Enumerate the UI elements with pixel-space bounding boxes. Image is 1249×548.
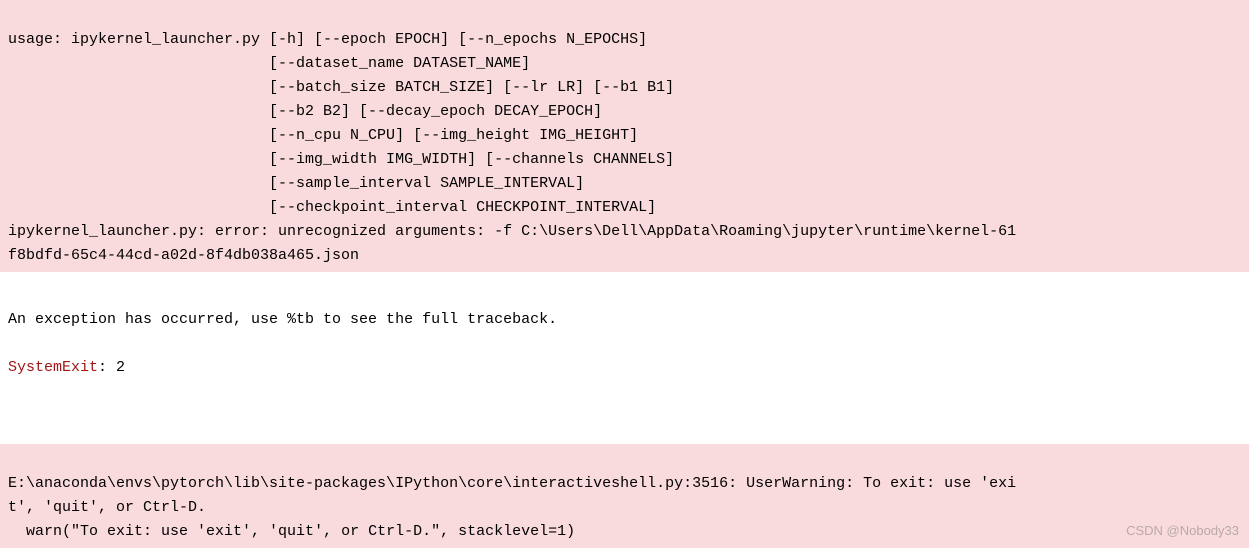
- watermark: CSDN @Nobody33: [1126, 521, 1239, 542]
- usage-line: [--n_cpu N_CPU] [--img_height IMG_HEIGHT…: [8, 127, 638, 144]
- system-exit-label: SystemExit: [8, 359, 98, 376]
- usage-line: [--img_width IMG_WIDTH] [--channels CHAN…: [8, 151, 674, 168]
- usage-error-block: usage: ipykernel_launcher.py [-h] [--epo…: [0, 0, 1249, 272]
- warning-line: E:\anaconda\envs\pytorch\lib\site-packag…: [8, 475, 1016, 492]
- usage-line: [--checkpoint_interval CHECKPOINT_INTERV…: [8, 199, 656, 216]
- exception-message-block: An exception has occurred, use %tb to se…: [0, 280, 1249, 408]
- user-warning-block: E:\anaconda\envs\pytorch\lib\site-packag…: [0, 444, 1249, 548]
- usage-line: [--b2 B2] [--decay_epoch DECAY_EPOCH]: [8, 103, 602, 120]
- error-line: f8bdfd-65c4-44cd-a02d-8f4db038a465.json: [8, 247, 359, 264]
- system-exit-value: : 2: [98, 359, 125, 376]
- warning-line: t', 'quit', or Ctrl-D.: [8, 499, 206, 516]
- usage-line: [--dataset_name DATASET_NAME]: [8, 55, 530, 72]
- usage-line: [--batch_size BATCH_SIZE] [--lr LR] [--b…: [8, 79, 674, 96]
- exception-message: An exception has occurred, use %tb to se…: [8, 311, 557, 328]
- warning-line: warn("To exit: use 'exit', 'quit', or Ct…: [8, 523, 575, 540]
- usage-line: [--sample_interval SAMPLE_INTERVAL]: [8, 175, 584, 192]
- error-line: ipykernel_launcher.py: error: unrecogniz…: [8, 223, 1016, 240]
- usage-line: usage: ipykernel_launcher.py [-h] [--epo…: [8, 31, 647, 48]
